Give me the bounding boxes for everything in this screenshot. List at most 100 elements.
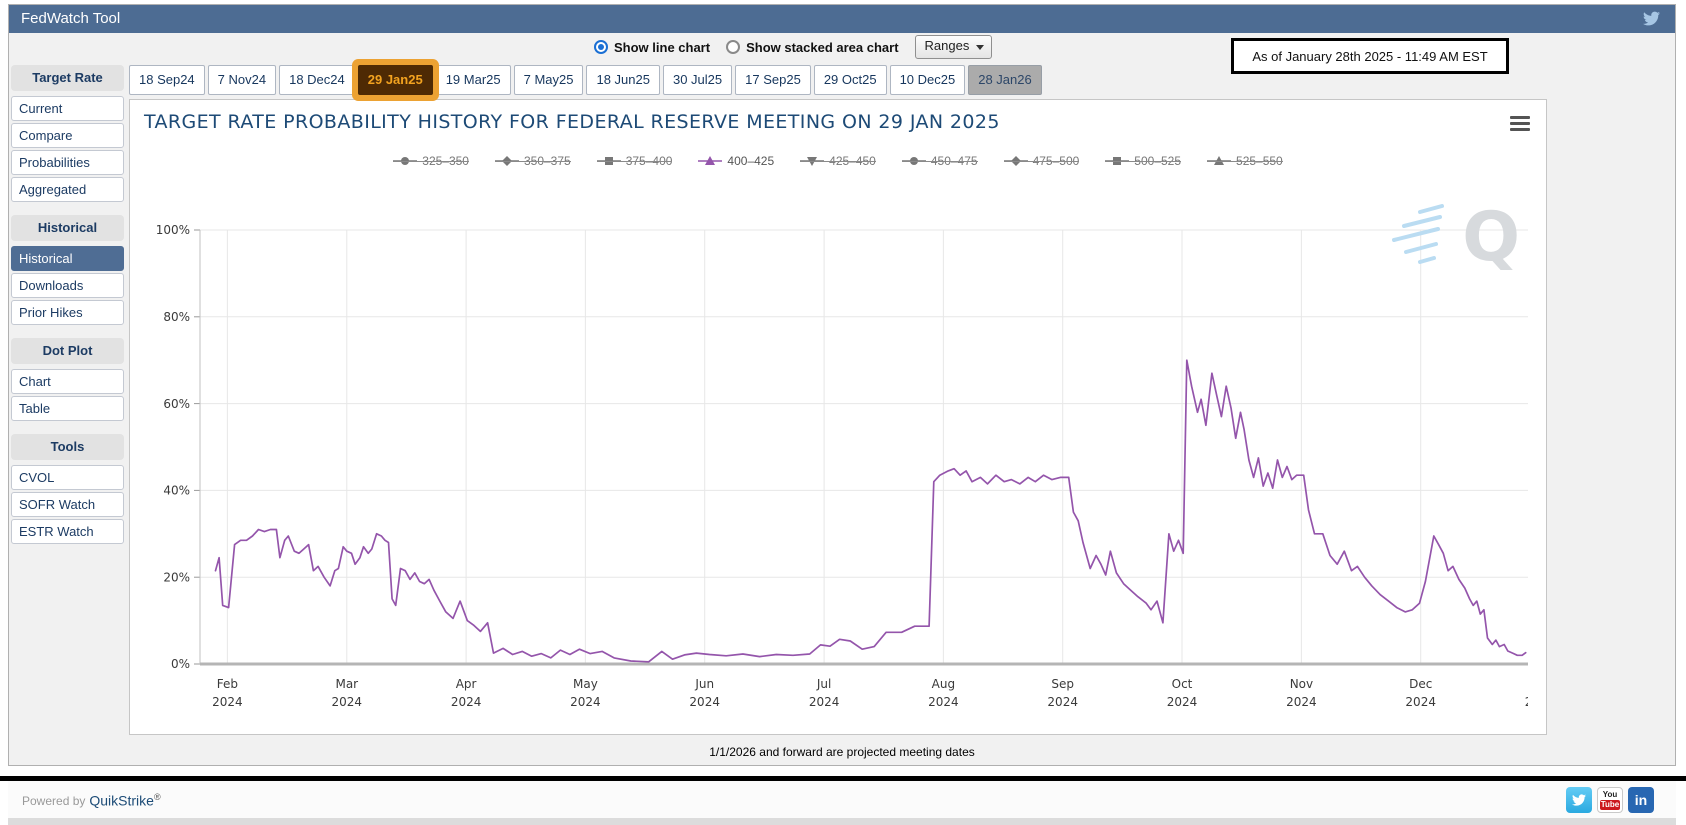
circle-marker-icon: [393, 156, 417, 166]
svg-text:Feb: Feb: [217, 677, 238, 691]
radio-unselected-icon[interactable]: [726, 40, 740, 54]
sidebar-item-probabilities[interactable]: Probabilities: [11, 150, 124, 175]
svg-text:2024: 2024: [1167, 695, 1198, 709]
svg-text:0%: 0%: [171, 657, 190, 671]
legend-label: 500–525: [1134, 154, 1181, 168]
sidebar-item-sofr-watch[interactable]: SOFR Watch: [11, 492, 124, 517]
diamond-marker-icon: [1004, 156, 1028, 166]
legend-item-475-500[interactable]: 475–500: [1004, 154, 1080, 168]
svg-text:Nov: Nov: [1290, 677, 1313, 691]
radio-area-label: Show stacked area chart: [746, 40, 898, 55]
svg-text:2024: 2024: [570, 695, 601, 709]
registered-mark: ®: [154, 792, 161, 802]
legend-label: 350–375: [524, 154, 571, 168]
svg-text:Aug: Aug: [932, 677, 955, 691]
sidebar-item-downloads[interactable]: Downloads: [11, 273, 124, 298]
sidebar-item-chart[interactable]: Chart: [11, 369, 124, 394]
svg-text:60%: 60%: [163, 397, 190, 411]
svg-text:Sep: Sep: [1051, 677, 1074, 691]
triangle-down-marker-icon: [800, 156, 824, 166]
youtube-icon[interactable]: You Tube: [1597, 787, 1623, 813]
app-title: FedWatch Tool: [21, 5, 120, 33]
quikstrike-link[interactable]: QuikStrike®: [89, 792, 160, 809]
square-marker-icon: [1105, 156, 1129, 166]
diamond-marker-icon: [495, 156, 519, 166]
svg-text:May: May: [573, 677, 598, 691]
sidebar-header-target-rate: Target Rate: [11, 65, 124, 91]
svg-text:2024: 2024: [1047, 695, 1078, 709]
meeting-tab-7-nov24[interactable]: 7 Nov24: [208, 65, 276, 95]
triangle-up-marker-icon: [1207, 156, 1231, 166]
square-marker-icon: [597, 156, 621, 166]
powered-by-label: Powered by: [22, 794, 85, 808]
svg-text:2024: 2024: [1405, 695, 1436, 709]
chart-panel: TARGET RATE PROBABILITY HISTORY FOR FEDE…: [129, 99, 1547, 735]
as-of-timestamp: As of January 28th 2025 - 11:49 AM EST: [1231, 38, 1509, 74]
meeting-date-tabs: 18 Sep247 Nov2418 Dec2429 Jan2519 Mar257…: [129, 65, 1042, 95]
legend-item-325-350[interactable]: 325–350: [393, 154, 469, 168]
meeting-tab-18-jun25[interactable]: 18 Jun25: [586, 65, 660, 95]
sidebar-header-dot-plot: Dot Plot: [11, 338, 124, 364]
probability-history-chart: 0%20%40%60%80%100%Feb2024Mar2024Apr2024M…: [150, 184, 1528, 728]
legend-item-425-450[interactable]: 425–450: [800, 154, 876, 168]
legend-item-500-525[interactable]: 500–525: [1105, 154, 1181, 168]
hamburger-menu-icon[interactable]: [1510, 116, 1530, 134]
legend-label: 375–400: [626, 154, 673, 168]
chart-legend: 325–350 350–375 375–400 400–425 425–450 450–4…: [130, 154, 1546, 168]
svg-text:40%: 40%: [163, 484, 190, 498]
sidebar-item-prior-hikes[interactable]: Prior Hikes: [11, 300, 124, 325]
legend-label: 525–550: [1236, 154, 1283, 168]
projected-dates-note: 1/1/2026 and forward are projected meeti…: [9, 739, 1675, 765]
bottom-strip: [8, 818, 1676, 825]
radio-show-line-chart[interactable]: Show line chart: [594, 40, 710, 55]
fedwatch-app-frame: FedWatch Tool Show line chart Show stack…: [8, 4, 1676, 766]
svg-text:Dec: Dec: [1409, 677, 1432, 691]
radio-show-stacked-area-chart[interactable]: Show stacked area chart: [726, 40, 898, 55]
svg-text:2025: 2025: [1525, 695, 1528, 709]
sidebar-item-estr-watch[interactable]: ESTR Watch: [11, 519, 124, 544]
sidebar-item-historical[interactable]: Historical: [11, 246, 124, 271]
sidebar-header-historical: Historical: [11, 215, 124, 241]
meeting-tab-29-oct25[interactable]: 29 Oct25: [814, 65, 887, 95]
linkedin-icon[interactable]: in: [1628, 787, 1654, 813]
legend-item-450-475[interactable]: 450–475: [902, 154, 978, 168]
sidebar-item-aggregated[interactable]: Aggregated: [11, 177, 124, 202]
meeting-tab-29-jan25[interactable]: 29 Jan25: [358, 65, 433, 95]
meeting-tab-18-dec24[interactable]: 18 Dec24: [279, 65, 355, 95]
radio-selected-icon[interactable]: [594, 40, 608, 54]
meeting-tab-18-sep24[interactable]: 18 Sep24: [129, 65, 205, 95]
svg-text:Oct: Oct: [1172, 677, 1193, 691]
svg-text:2024: 2024: [451, 695, 482, 709]
legend-label: 425–450: [829, 154, 876, 168]
meeting-tab-30-jul25[interactable]: 30 Jul25: [663, 65, 732, 95]
sidebar-item-table[interactable]: Table: [11, 396, 124, 421]
svg-text:2024: 2024: [809, 695, 840, 709]
legend-item-525-550[interactable]: 525–550: [1207, 154, 1283, 168]
meeting-tab-7-may25[interactable]: 7 May25: [514, 65, 584, 95]
sidebar-header-tools: Tools: [11, 434, 124, 460]
meeting-tab-19-mar25[interactable]: 19 Mar25: [436, 65, 511, 95]
sidebar-item-current[interactable]: Current: [11, 96, 124, 121]
ranges-dropdown[interactable]: Ranges: [915, 35, 993, 59]
legend-label: 450–475: [931, 154, 978, 168]
svg-text:100%: 100%: [156, 223, 190, 237]
meeting-tab-10-dec25[interactable]: 10 Dec25: [890, 65, 966, 95]
sidebar-group-tools: Tools CVOLSOFR WatchESTR Watch: [11, 434, 124, 544]
sidebar-nav: Target Rate CurrentCompareProbabilitiesAg…: [11, 65, 124, 557]
svg-text:2024: 2024: [1286, 695, 1317, 709]
svg-text:2024: 2024: [928, 695, 959, 709]
svg-text:Jun: Jun: [694, 677, 714, 691]
twitter-icon[interactable]: [1642, 10, 1661, 27]
meeting-tab-17-sep25[interactable]: 17 Sep25: [735, 65, 811, 95]
legend-item-400-425[interactable]: 400–425: [698, 154, 774, 168]
legend-item-350-375[interactable]: 350–375: [495, 154, 571, 168]
chart-type-controls: Show line chart Show stacked area chart …: [594, 34, 992, 60]
svg-text:80%: 80%: [163, 310, 190, 324]
sidebar-item-compare[interactable]: Compare: [11, 123, 124, 148]
meeting-tab-28-jan26[interactable]: 28 Jan26: [968, 65, 1042, 95]
chart-title: TARGET RATE PROBABILITY HISTORY FOR FEDE…: [144, 111, 1000, 133]
triangle-up-marker-icon: [698, 156, 722, 166]
twitter-footer-icon[interactable]: [1566, 787, 1592, 813]
legend-item-375-400[interactable]: 375–400: [597, 154, 673, 168]
sidebar-item-cvol[interactable]: CVOL: [11, 465, 124, 490]
